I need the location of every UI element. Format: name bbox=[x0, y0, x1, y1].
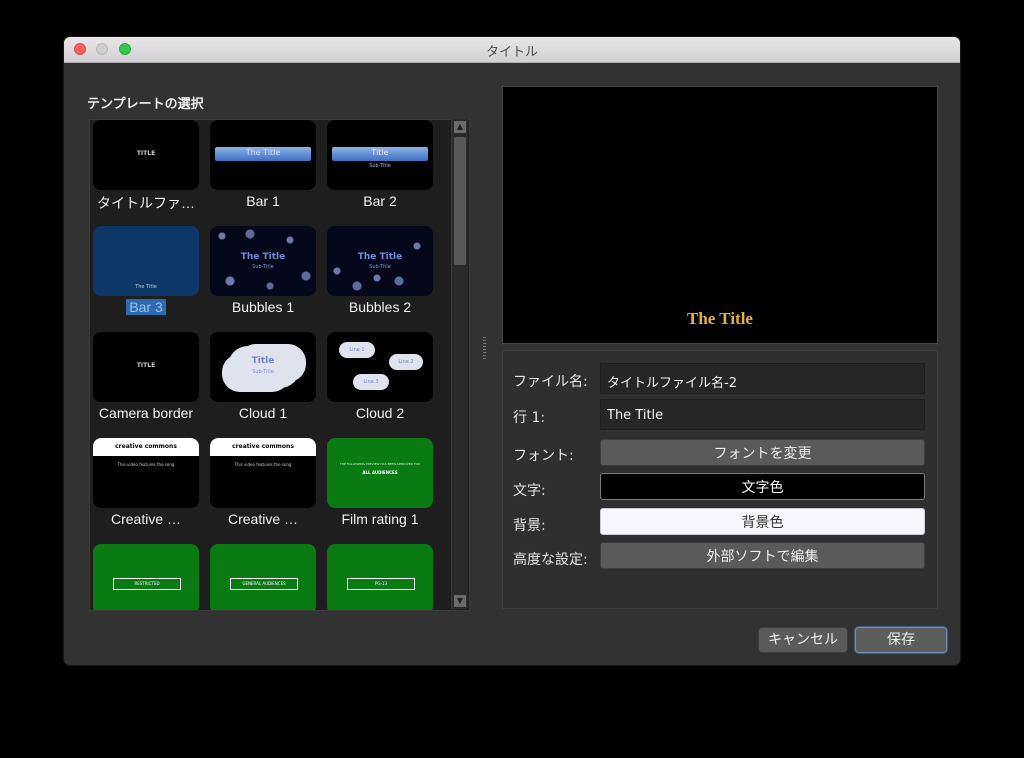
save-button[interactable]: 保存 bbox=[855, 627, 947, 653]
background-color-label: 背景: bbox=[513, 518, 546, 534]
thumb-subtext: Sub-Title bbox=[252, 369, 274, 375]
template-label: Bar 2 bbox=[363, 193, 397, 209]
cloud-shape bbox=[228, 346, 300, 388]
template-thumbnail: The Title bbox=[93, 226, 199, 296]
scroll-down-icon[interactable]: ▼ bbox=[454, 595, 466, 607]
thumb-text: Title bbox=[251, 356, 275, 366]
thumb-subtext: Sub-Title bbox=[252, 264, 274, 270]
thumb-text: The Title bbox=[240, 252, 286, 262]
template-thumbnail: RESTRICTED bbox=[93, 544, 199, 610]
template-tile[interactable]: Title Sub-Title Bar 2 bbox=[324, 120, 440, 226]
thumb-text: TITLE bbox=[136, 362, 156, 369]
thumb-text: THE FOLLOWING PREVIEW HAS BEEN APPROVED … bbox=[339, 462, 421, 466]
template-label: Bar 3 bbox=[90, 299, 202, 315]
template-thumbnail: The Title bbox=[210, 120, 316, 190]
thumb-subtext: Sub-Title bbox=[369, 264, 391, 270]
cloud-line2: Line 2 bbox=[389, 354, 423, 370]
window-title: タイトル bbox=[485, 45, 538, 60]
template-section-heading: テンプレートの選択 bbox=[87, 97, 204, 112]
font-label: フォント: bbox=[513, 448, 574, 464]
template-grid[interactable]: TITLE タイトルファ… The Title Bar 1 Title Sub-… bbox=[89, 119, 470, 611]
scroll-up-icon[interactable]: ▲ bbox=[454, 121, 466, 133]
thumb-bar: The Title bbox=[215, 147, 311, 161]
template-thumbnail: Line 1 Line 2 Line 3 bbox=[327, 332, 433, 402]
template-thumbnail: PG-13 bbox=[327, 544, 433, 610]
change-font-button[interactable]: フォントを変更 bbox=[600, 439, 925, 466]
thumb-subtext: This video features the song bbox=[234, 462, 292, 467]
template-label: Bubbles 2 bbox=[348, 299, 412, 315]
external-edit-button[interactable]: 外部ソフトで編集 bbox=[600, 542, 925, 569]
template-tile[interactable]: creative commons This video features the… bbox=[207, 438, 323, 544]
thumb-text: The Title bbox=[357, 252, 403, 262]
template-tile[interactable]: RESTRICTED bbox=[90, 544, 206, 610]
text-color-label: 文字: bbox=[513, 483, 546, 499]
background-color-button[interactable]: 背景色 bbox=[600, 508, 925, 535]
template-label: Camera border bbox=[98, 405, 194, 421]
text-color-button[interactable]: 文字色 bbox=[600, 473, 925, 500]
filename-input[interactable]: タイトルファイル名-2 bbox=[600, 363, 925, 394]
template-label: Creative … bbox=[110, 511, 182, 527]
line1-input[interactable]: The Title bbox=[600, 399, 925, 430]
template-tile[interactable]: GENERAL AUDIENCES bbox=[207, 544, 323, 610]
cancel-button[interactable]: キャンセル bbox=[758, 627, 848, 653]
template-label: Cloud 2 bbox=[355, 405, 405, 421]
template-label: Cloud 1 bbox=[238, 405, 288, 421]
thumb-subtext: This video features the song bbox=[117, 462, 175, 467]
template-tile[interactable]: The Title Sub-Title Bubbles 1 bbox=[207, 226, 323, 332]
template-tile[interactable]: The Title Bar 3 bbox=[90, 226, 206, 332]
template-tile[interactable]: creative commons This video features the… bbox=[90, 438, 206, 544]
thumb-bar: Title bbox=[332, 147, 428, 161]
scroll-thumb[interactable] bbox=[454, 137, 466, 265]
template-thumbnail: TITLE bbox=[93, 120, 199, 190]
thumb-subtext: Sub-Title bbox=[369, 163, 391, 169]
template-thumbnail: The Title Sub-Title bbox=[210, 226, 316, 296]
thumb-subtext: ALL AUDIENCES bbox=[362, 470, 398, 475]
template-thumbnail: TITLE bbox=[93, 332, 199, 402]
template-label: Bar 1 bbox=[246, 193, 280, 209]
template-label: タイトルファ… bbox=[97, 195, 195, 211]
splitter-handle[interactable] bbox=[483, 337, 486, 359]
template-label: Bubbles 1 bbox=[231, 299, 295, 315]
template-thumbnail: creative commons This video features the… bbox=[210, 438, 316, 508]
cloud-line3: Line 3 bbox=[353, 374, 389, 390]
template-label: Film rating 1 bbox=[341, 511, 419, 527]
template-tile[interactable]: TITLE タイトルファ… bbox=[90, 120, 206, 226]
rating-box: GENERAL AUDIENCES bbox=[230, 578, 298, 590]
template-thumbnail: THE FOLLOWING PREVIEW HAS BEEN APPROVED … bbox=[327, 438, 433, 508]
title-dialog: タイトル テンプレートの選択 TITLE タイトルファ… The Title B… bbox=[64, 37, 960, 665]
template-thumbnail: creative commons This video features the… bbox=[93, 438, 199, 508]
title-settings-form: ファイル名: タイトルファイル名-2 行 1: The Title フォント: … bbox=[502, 350, 938, 609]
rating-box: RESTRICTED bbox=[113, 578, 181, 590]
template-thumbnail: GENERAL AUDIENCES bbox=[210, 544, 316, 610]
template-tile[interactable]: Title Sub-Title Cloud 1 bbox=[207, 332, 323, 438]
template-thumbnail: Title Sub-Title bbox=[327, 120, 433, 190]
template-tile[interactable]: The Title Bar 1 bbox=[207, 120, 323, 226]
rating-box: PG-13 bbox=[347, 578, 415, 590]
template-scrollbar[interactable]: ▲ ▼ bbox=[451, 119, 468, 609]
advanced-settings-label: 高度な設定: bbox=[513, 552, 588, 568]
template-label: Creative … bbox=[227, 511, 299, 527]
template-thumbnail: The Title Sub-Title bbox=[327, 226, 433, 296]
window-titlebar[interactable]: タイトル bbox=[64, 37, 960, 63]
template-tile[interactable]: PG-13 bbox=[324, 544, 440, 610]
thumb-text: The Title bbox=[135, 284, 157, 290]
preview-title-text: The Title bbox=[687, 309, 753, 328]
cloud-line1: Line 1 bbox=[339, 342, 375, 358]
line1-label: 行 1: bbox=[513, 410, 546, 426]
cc-banner: creative commons bbox=[210, 438, 316, 456]
filename-label: ファイル名: bbox=[513, 374, 588, 390]
template-tile[interactable]: THE FOLLOWING PREVIEW HAS BEEN APPROVED … bbox=[324, 438, 440, 544]
cc-banner: creative commons bbox=[93, 438, 199, 456]
thumb-text: TITLE bbox=[136, 150, 156, 157]
template-thumbnail: Title Sub-Title bbox=[210, 332, 316, 402]
title-preview: The Title bbox=[502, 86, 938, 344]
template-tile[interactable]: The Title Sub-Title Bubbles 2 bbox=[324, 226, 440, 332]
template-tile[interactable]: Line 1 Line 2 Line 3 Cloud 2 bbox=[324, 332, 440, 438]
template-tile[interactable]: TITLE Camera border bbox=[90, 332, 206, 438]
